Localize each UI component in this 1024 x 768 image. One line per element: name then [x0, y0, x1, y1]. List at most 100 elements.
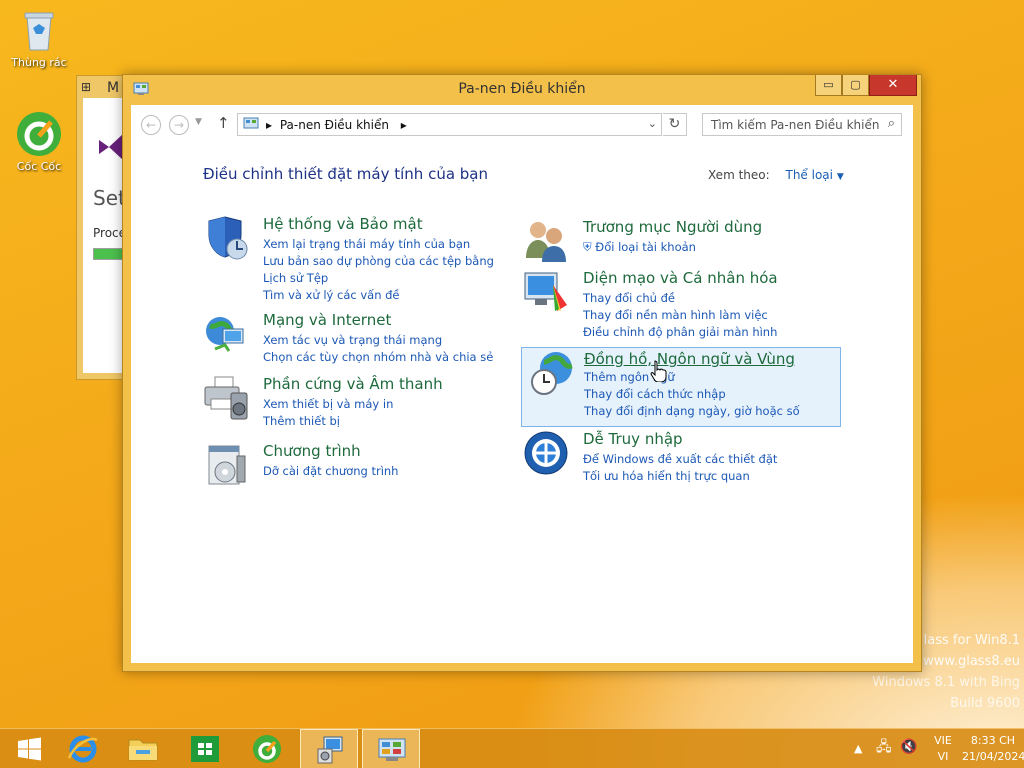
- taskbar-coccoc-button[interactable]: [238, 729, 296, 768]
- category-clock-language-region[interactable]: Đồng hồ, Ngôn ngữ và Vùng Thêm ngôn ngữ …: [521, 347, 841, 427]
- language-code: VIE: [934, 734, 952, 747]
- monitor-palette-icon[interactable]: [523, 269, 569, 315]
- search-icon[interactable]: ⌕: [888, 116, 895, 131]
- users-icon[interactable]: [523, 218, 569, 264]
- category-link[interactable]: Thay đổi định dạng ngày, giờ hoặc số: [584, 403, 834, 420]
- network-globe-icon[interactable]: [203, 311, 249, 357]
- arrow-left-icon: ←: [145, 118, 157, 132]
- arrow-right-icon: →: [173, 118, 185, 132]
- breadcrumb-item[interactable]: Pa-nen Điều khiển: [280, 118, 389, 132]
- category-link[interactable]: Xem thiết bị và máy in: [263, 396, 513, 413]
- category-title[interactable]: Hệ thống và Bảo mật: [263, 215, 423, 233]
- category-link[interactable]: Xem lại trạng thái máy tính của bạn: [263, 236, 513, 253]
- language-subcode: VI: [937, 750, 949, 763]
- category-ease-of-access: Dễ Truy nhập Để Windows đề xuất các thiế…: [523, 430, 843, 510]
- category-appearance: Diện mạo và Cá nhân hóa Thay đổi chủ đề …: [523, 269, 843, 349]
- category-title[interactable]: Mạng và Internet: [263, 311, 391, 329]
- category-link[interactable]: ⛨ Đổi loại tài khoản: [583, 239, 833, 256]
- category-title[interactable]: Dễ Truy nhập: [583, 430, 683, 448]
- store-icon: [189, 734, 221, 764]
- chevron-down-icon[interactable]: ▼: [837, 172, 844, 182]
- show-hidden-icons-button[interactable]: ▲: [854, 741, 862, 757]
- language-indicator[interactable]: VIE VI: [928, 733, 958, 765]
- address-dropdown-icon[interactable]: ⌄: [648, 117, 657, 130]
- address-bar[interactable]: ▸ Pa-nen Điều khiển ▸ ⌄: [237, 113, 662, 136]
- category-link-text[interactable]: Đổi loại tài khoản: [595, 240, 696, 254]
- taskbar-setup-button[interactable]: [300, 729, 358, 768]
- shield-icon[interactable]: [203, 215, 249, 261]
- taskbar: ▲ 🖧 🔇 VIE VI 8:33 CH 21/04/2024: [0, 728, 1024, 768]
- category-link[interactable]: Để Windows đề xuất các thiết đặt: [583, 451, 833, 468]
- clock-time: 8:33 CH: [970, 734, 1016, 747]
- taskbar-ie-button[interactable]: [54, 729, 112, 768]
- watermark-line3: Windows 8.1 with Bing: [872, 675, 1020, 690]
- maximize-button[interactable]: ▢: [842, 75, 869, 96]
- coccoc-shortcut[interactable]: Cốc Cốc: [4, 110, 74, 173]
- refresh-button[interactable]: ↻: [663, 113, 687, 136]
- view-by-dropdown[interactable]: Thể loại ▼: [785, 168, 843, 182]
- category-link[interactable]: Tìm và xử lý các vấn đề: [263, 287, 513, 304]
- breadcrumb[interactable]: ▸ Pa-nen Điều khiển ▸: [266, 118, 407, 132]
- forward-button[interactable]: →: [169, 115, 189, 135]
- category-link[interactable]: Thêm ngôn ngữ: [584, 369, 834, 386]
- recent-locations-dropdown[interactable]: ▼: [195, 117, 202, 127]
- setup-icon: [314, 735, 346, 765]
- clock-date: 21/04/2024: [962, 750, 1024, 763]
- background-window-icon: ⊞: [81, 80, 92, 94]
- view-by-value[interactable]: Thể loại: [785, 168, 833, 182]
- category-link[interactable]: Dỡ cài đặt chương trình: [263, 463, 513, 480]
- navigation-bar: ← → ▼ ↑ ▸ Pa-nen Điều khiển ▸ ⌄ ↻ Tìm ki…: [131, 105, 913, 143]
- control-panel-small-icon: [243, 117, 259, 131]
- breadcrumb-separator-icon: ▸: [266, 118, 273, 132]
- clock-globe-icon[interactable]: [530, 350, 576, 396]
- chevron-down-icon: ▼: [195, 117, 202, 127]
- hand-cursor-icon: [650, 360, 668, 383]
- category-link[interactable]: Xem tác vụ và trạng thái mạng: [263, 332, 513, 349]
- control-panel-icon: [376, 735, 408, 765]
- file-explorer-icon: [127, 734, 159, 764]
- internet-explorer-icon: [67, 734, 99, 764]
- taskbar-store-button[interactable]: [176, 729, 234, 768]
- category-title[interactable]: Diện mạo và Cá nhân hóa: [583, 269, 778, 287]
- printer-icon[interactable]: [203, 375, 249, 421]
- minimize-button[interactable]: ▭: [815, 75, 842, 96]
- coccoc-label: Cốc Cốc: [16, 160, 62, 173]
- refresh-icon: ↻: [668, 116, 681, 132]
- category-system-security: Hệ thống và Bảo mật Xem lại trạng thái m…: [203, 215, 523, 302]
- start-button[interactable]: [0, 729, 58, 768]
- close-button[interactable]: ✕: [869, 75, 917, 96]
- back-button[interactable]: ←: [141, 115, 161, 135]
- taskbar-control-panel-button[interactable]: [362, 729, 420, 768]
- volume-muted-icon[interactable]: 🔇: [900, 739, 917, 755]
- page-title: Điều chỉnh thiết đặt máy tính của bạn: [203, 165, 489, 183]
- category-link[interactable]: Lưu bản sao dự phòng của các tệp bằng Lị…: [263, 253, 513, 287]
- category-link[interactable]: Thêm thiết bị: [263, 413, 513, 430]
- chevron-up-icon: ▲: [854, 742, 863, 755]
- category-link[interactable]: Thay đổi cách thức nhập: [584, 386, 834, 403]
- search-placeholder: Tìm kiếm Pa-nen Điều khiển: [711, 118, 880, 132]
- category-link[interactable]: Tối ưu hóa hiển thị trực quan: [583, 468, 833, 485]
- taskbar-explorer-button[interactable]: [114, 729, 172, 768]
- title-bar[interactable]: Pa-nen Điều khiển ▭ ▢ ✕: [123, 75, 921, 105]
- system-tray: ▲ 🖧 🔇 VIE VI 8:33 CH 21/04/2024: [824, 729, 1024, 768]
- control-panel-window[interactable]: Pa-nen Điều khiển ▭ ▢ ✕ ← → ▼ ↑ ▸ Pa-nen…: [122, 74, 922, 672]
- recycle-bin-shortcut[interactable]: Thùng rác: [4, 6, 74, 69]
- ease-of-access-icon[interactable]: [523, 430, 569, 476]
- up-button[interactable]: ↑: [217, 114, 230, 132]
- category-link[interactable]: Thay đổi chủ đề: [583, 290, 833, 307]
- watermark-line4: Build 9600: [950, 696, 1020, 711]
- category-title[interactable]: Phần cứng và Âm thanh: [263, 375, 443, 393]
- category-title[interactable]: Chương trình: [263, 442, 361, 460]
- category-programs: Chương trình Dỡ cài đặt chương trình: [203, 442, 523, 522]
- programs-icon[interactable]: [203, 442, 249, 488]
- category-link[interactable]: Điều chỉnh độ phân giải màn hình: [583, 324, 833, 341]
- clock[interactable]: 8:33 CH 21/04/2024: [962, 733, 1024, 765]
- category-title[interactable]: Trương mục Người dùng: [583, 218, 762, 236]
- breadcrumb-chevron-icon[interactable]: ▸: [401, 118, 407, 132]
- category-link[interactable]: Thay đổi nền màn hình làm việc: [583, 307, 833, 324]
- search-input[interactable]: Tìm kiếm Pa-nen Điều khiển ⌕: [702, 113, 902, 136]
- network-tray-icon[interactable]: 🖧: [876, 739, 892, 755]
- category-link[interactable]: Chọn các tùy chọn nhóm nhà và chia sẻ: [263, 349, 513, 366]
- category-title[interactable]: Đồng hồ, Ngôn ngữ và Vùng: [584, 350, 795, 368]
- recycle-bin-icon: [15, 6, 63, 54]
